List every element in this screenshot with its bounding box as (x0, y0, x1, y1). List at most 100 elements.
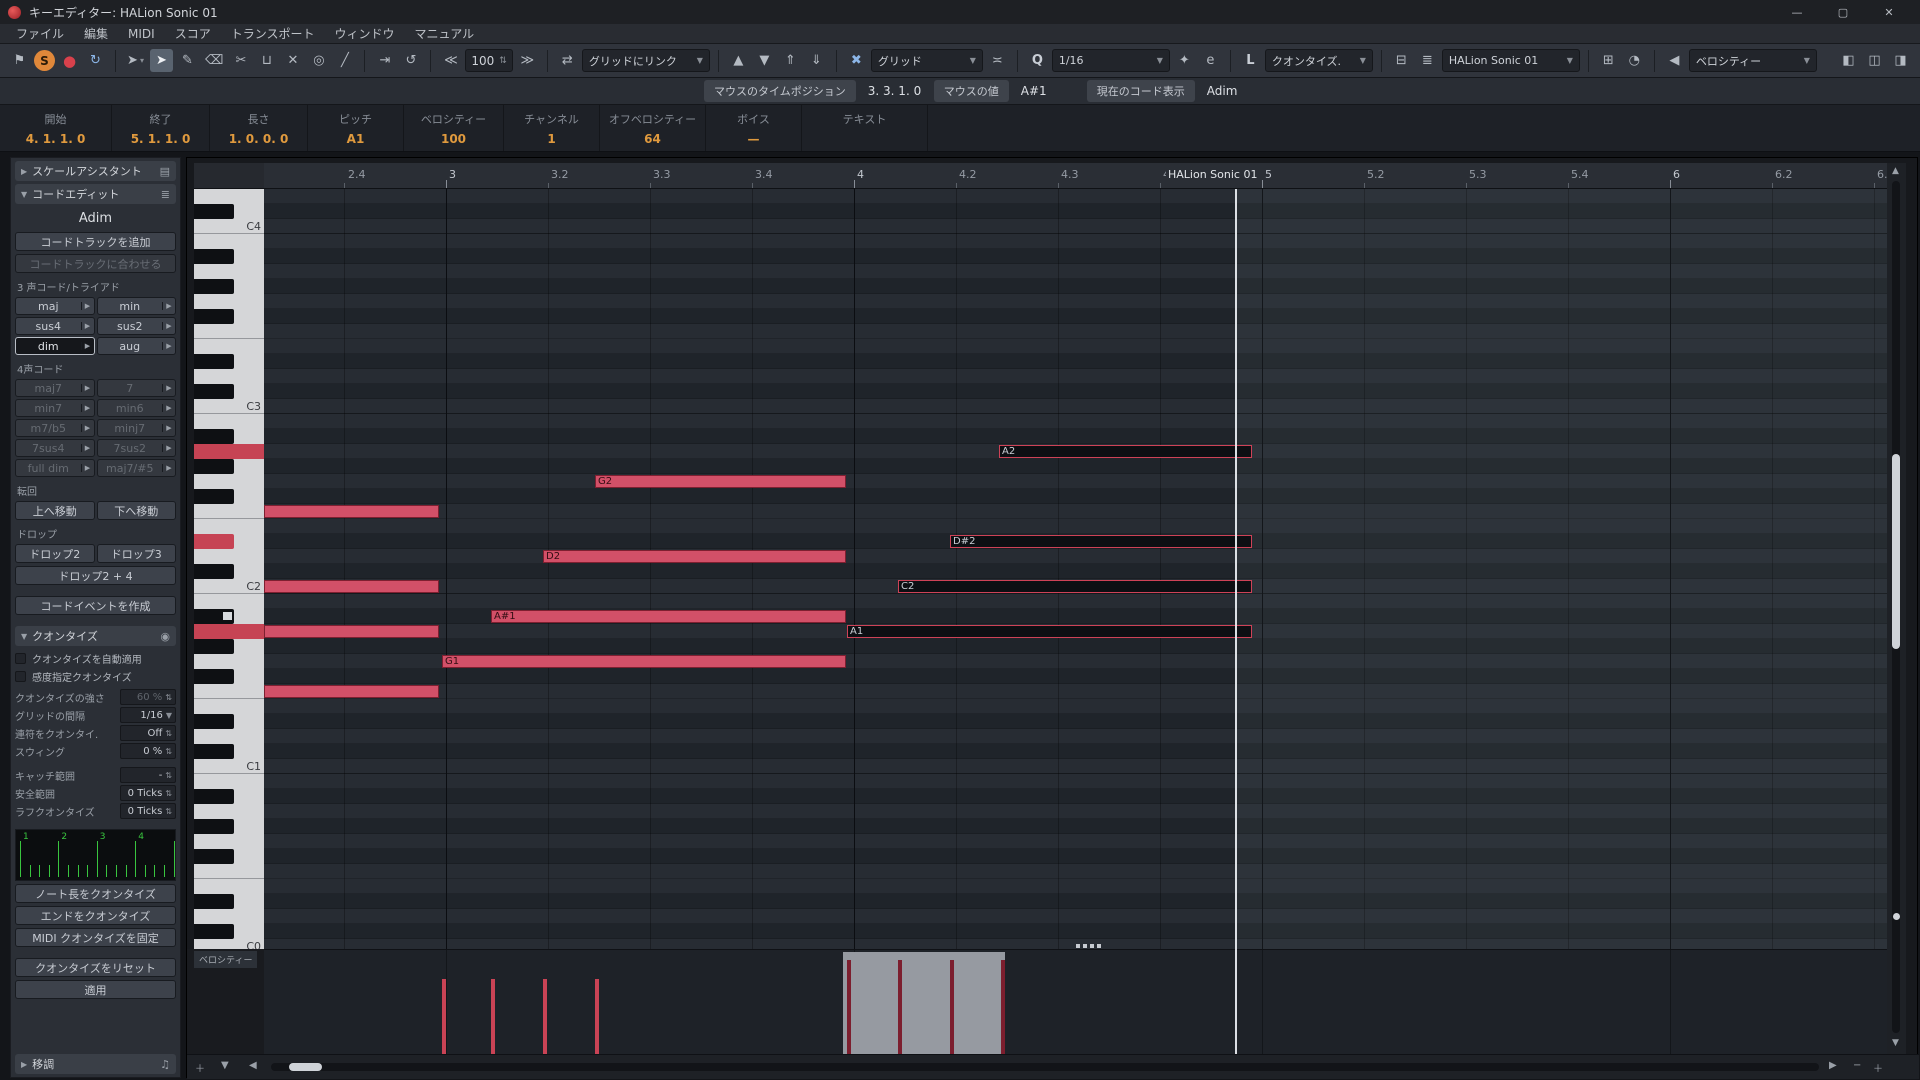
lane-resize-handle[interactable] (1076, 944, 1102, 948)
piano-key-Gs0[interactable] (194, 819, 234, 834)
section-scale-assistant[interactable]: ▶ スケールアシスタント ▤ (15, 161, 176, 181)
piano-key-E3[interactable] (194, 339, 264, 354)
midi-note-C2[interactable] (264, 580, 439, 593)
move-down-button[interactable]: 下へ移動 (97, 501, 177, 520)
edit-active-part-icon[interactable]: ≣ (1416, 49, 1439, 72)
velocity-bar[interactable] (898, 960, 902, 1054)
piano-key-F0[interactable] (194, 864, 264, 879)
colors-speaker-icon[interactable]: ◀ (1663, 49, 1686, 72)
piano-key-D2[interactable] (194, 549, 264, 564)
event-colors-dropdown[interactable]: ベロシティー▼ (1689, 49, 1817, 72)
piano-key-E1[interactable] (194, 699, 264, 714)
quantize-preset-dropdown[interactable]: 1/16▼ (1052, 49, 1170, 72)
menu-window[interactable]: ウィンドウ (324, 25, 404, 42)
record-in-editor-button[interactable]: ● (58, 49, 81, 72)
checkbox-[interactable] (15, 653, 26, 664)
piano-key-A0[interactable] (194, 804, 264, 819)
piano-key-Gs3[interactable] (194, 279, 234, 294)
move-up-button[interactable]: 上へ移動 (15, 501, 95, 520)
spinner-arrows-icon[interactable]: ⇅ (165, 729, 172, 738)
snap-button[interactable]: ✖ (845, 49, 868, 72)
piano-key-Cs1[interactable] (194, 744, 234, 759)
param-value[interactable]: 64 (644, 132, 661, 146)
piano-key-Fs3[interactable] (194, 309, 234, 324)
field-tuplet-quantize[interactable]: Off⇅ (120, 725, 176, 741)
time-display-icon[interactable]: ◔ (1623, 49, 1646, 72)
field-rough-quantize[interactable]: 0 Ticks⇅ (120, 803, 176, 819)
piano-key-As0[interactable] (194, 789, 234, 804)
show-part-borders-icon[interactable]: ⊟ (1390, 49, 1413, 72)
vscroll-thumb[interactable] (1892, 454, 1900, 649)
snap-type-dropdown[interactable]: グリッド▼ (871, 49, 983, 72)
chord-min-button[interactable]: min▶ (97, 297, 177, 315)
param-value[interactable]: 4. 1. 1. 0 (26, 132, 86, 146)
piano-key-A1[interactable] (194, 624, 264, 639)
midi-note-F2[interactable] (264, 505, 439, 518)
freeze-quantize-button[interactable]: MIDI クオンタイズを固定 (15, 928, 176, 947)
piano-key-G2[interactable] (194, 474, 264, 489)
part-select-dropdown[interactable]: HALion Sonic 01▼ (1442, 49, 1580, 72)
link-to-grid-icon[interactable]: ⇄ (556, 49, 579, 72)
close-button[interactable]: ✕ (1866, 0, 1912, 24)
piano-key-Ds3[interactable] (194, 354, 234, 369)
velocity-bar[interactable] (1001, 960, 1005, 1054)
piano-key-A3[interactable] (194, 264, 264, 279)
piano-key-G1[interactable] (194, 654, 264, 669)
line-tool[interactable]: ╱ (333, 49, 356, 72)
length-quantize-dropdown[interactable]: クオンタイズ.▼ (1265, 49, 1373, 72)
velocity-bar[interactable] (847, 960, 851, 1054)
field-grid-spacing[interactable]: 1/16▼ (120, 707, 176, 723)
velocity-bar[interactable] (595, 979, 599, 1054)
length-link-dropdown[interactable]: グリッドにリンク▼ (582, 49, 710, 72)
piano-key-G3[interactable] (194, 294, 264, 309)
chord-play-icon[interactable]: ▶ (162, 322, 175, 330)
piano-key-D0[interactable] (194, 909, 264, 924)
scroll-down-button[interactable]: ▼ (1892, 1038, 1899, 1048)
param-value[interactable]: A1 (347, 132, 365, 146)
piano-keyboard[interactable]: C4C3C2C1C0 (194, 189, 264, 949)
hzoom-in-button[interactable]: ＋ (1873, 1060, 1883, 1075)
chord-sus2-button[interactable]: sus2▶ (97, 317, 177, 335)
piano-key-E2[interactable] (194, 519, 264, 534)
piano-key-G0[interactable] (194, 834, 264, 849)
velocity-bar[interactable] (950, 960, 954, 1054)
select-tool[interactable]: ➤ (150, 49, 173, 72)
menu-transport[interactable]: トランスポート (221, 25, 325, 42)
velocity-bar[interactable] (491, 979, 495, 1054)
piano-key-E0[interactable] (194, 879, 264, 894)
horizontal-scrollbar[interactable]: ＋ ▼ ◀ ▶ − ＋ (187, 1054, 1919, 1079)
pin-icon[interactable]: ⚑ (8, 49, 31, 72)
piano-key-Gs1[interactable] (194, 639, 234, 654)
erase-tool[interactable]: ⌫ (202, 49, 226, 72)
octave-up-button[interactable]: ⇑ (779, 49, 802, 72)
piano-key-F2[interactable] (194, 504, 264, 519)
acoustic-feedback-button[interactable]: ↻ (84, 49, 107, 72)
create-chord-event-button[interactable]: コードイベントを作成 (15, 596, 176, 615)
piano-key-A2[interactable] (194, 444, 264, 459)
piano-key-Cs4[interactable] (194, 204, 234, 219)
midi-note-A1[interactable] (264, 625, 439, 638)
quantize-q-icon[interactable]: Q (1026, 49, 1049, 72)
section-transpose[interactable]: ▶ 移調 ♫ (15, 1054, 176, 1074)
midi-note-As1[interactable]: A#1 (491, 610, 846, 623)
piano-key-B3[interactable] (194, 234, 264, 249)
independent-loop-button[interactable]: ↺ (399, 49, 422, 72)
menu-edit[interactable]: 編集 (74, 25, 118, 42)
hzoom-out-button[interactable]: − (1853, 1060, 1861, 1071)
add-chord-track-button[interactable]: コードトラックを追加 (15, 232, 176, 251)
piano-key-B1[interactable] (194, 594, 264, 609)
piano-key-Ds0[interactable] (194, 894, 234, 909)
piano-key-Fs1[interactable] (194, 669, 234, 684)
nudge-left-icon[interactable]: ≪ (439, 49, 462, 72)
vzoom-dot-button[interactable] (1893, 913, 1900, 920)
piano-key-Cs3[interactable] (194, 384, 234, 399)
piano-key-F1[interactable] (194, 684, 264, 699)
section-chord-edit[interactable]: ▼ コードエディット ≣ (15, 184, 176, 204)
maximize-button[interactable]: ▢ (1820, 0, 1866, 24)
object-selection-combo[interactable]: ➤▾ (124, 49, 147, 72)
open-quantize-panel-button[interactable]: e (1199, 49, 1222, 72)
chord-play-icon[interactable]: ▶ (81, 322, 94, 330)
timeline-ruler[interactable]: 2.433.23.33.444.24.34.455.25.35.466.26.3… (264, 163, 1887, 189)
note-grid[interactable]: G1A#1D2G2A1C2D#2A2 (264, 189, 1887, 949)
piano-key-Ds2[interactable] (194, 534, 234, 549)
